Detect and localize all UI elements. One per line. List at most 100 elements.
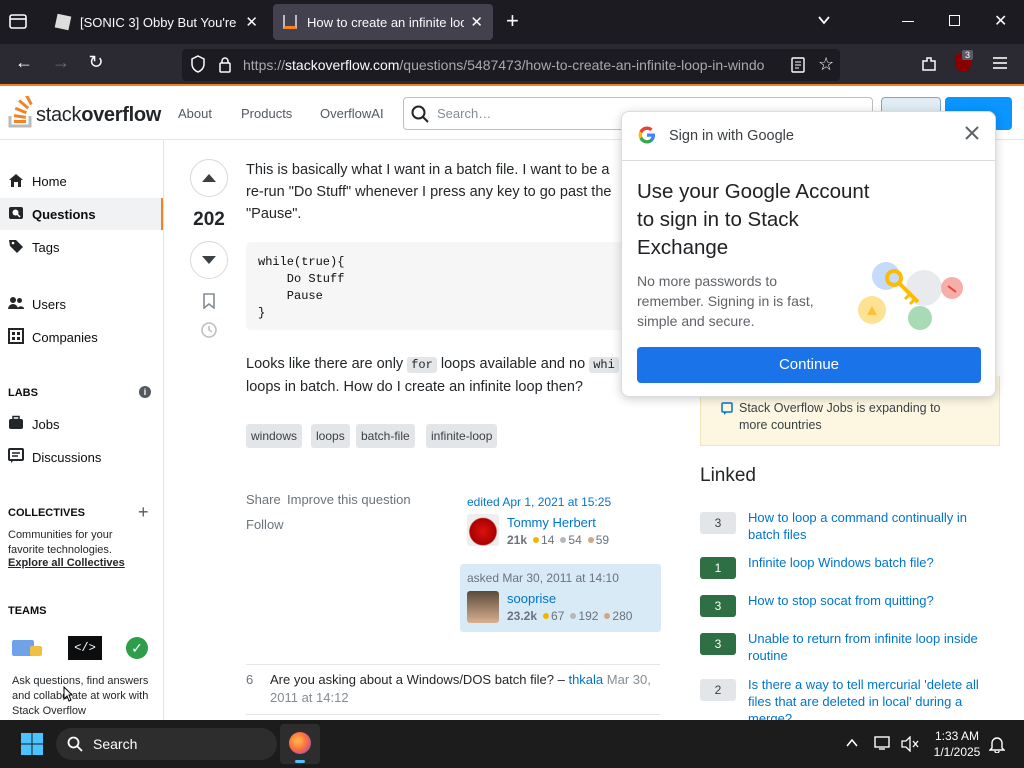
tag-loops[interactable]: loops: [311, 424, 350, 448]
avatar[interactable]: [467, 591, 499, 623]
lock-icon[interactable]: [218, 56, 232, 76]
network-icon[interactable]: [874, 735, 892, 756]
continue-button-label: Continue: [778, 356, 840, 373]
restore-window-icon[interactable]: [949, 15, 960, 26]
reputation: 23.2k: [507, 609, 538, 623]
url-bar[interactable]: https://stackoverflow.com/questions/5487…: [182, 49, 840, 81]
nav-overflowai[interactable]: OverflowAI: [320, 106, 384, 121]
inline-code-for: for: [407, 357, 437, 373]
edited-link[interactable]: edited Apr 1, 2021 at 15:25: [467, 495, 667, 509]
tab-sonic-obby[interactable]: [SONIC 3] Obby But You're On ✕: [46, 4, 268, 40]
close-popup-icon[interactable]: [963, 124, 981, 147]
asked-date: asked Mar 30, 2011 at 14:10: [467, 571, 619, 585]
info-icon[interactable]: i: [139, 386, 151, 398]
add-collective-plus-icon[interactable]: +: [138, 502, 149, 523]
history-icon[interactable]: [200, 321, 218, 344]
linked-link[interactable]: Unable to return from infinite loop insi…: [748, 630, 998, 664]
tag-windows[interactable]: windows: [246, 424, 303, 448]
url-text[interactable]: https://stackoverflow.com/questions/5487…: [243, 57, 783, 73]
sidebar-item-home[interactable]: Home: [0, 165, 163, 197]
popup-title: Use your Google Account to sign in to St…: [637, 178, 869, 262]
vote-count: 202: [193, 209, 225, 230]
linked-link[interactable]: Is there a way to tell mercurial 'delete…: [748, 676, 998, 720]
editor-rep: 21k 14 54 59: [507, 533, 609, 547]
nav-products[interactable]: Products: [241, 106, 292, 121]
close-tab-icon[interactable]: ✕: [470, 13, 483, 31]
windows-start-icon[interactable]: [21, 733, 43, 760]
hamburger-menu-icon[interactable]: [992, 56, 1008, 75]
linked-link[interactable]: How to stop socat from quitting?: [748, 592, 998, 609]
code-illustration-icon: </>: [68, 636, 102, 660]
avatar[interactable]: [467, 514, 499, 546]
popup-title-line-3: Exchange: [637, 236, 729, 259]
upvote-button[interactable]: [190, 159, 228, 197]
tag-batch-file[interactable]: batch-file: [356, 424, 415, 448]
taskbar-search-box[interactable]: Search: [56, 728, 277, 760]
labs-header: LABS: [8, 387, 38, 399]
questions-icon: [8, 205, 24, 224]
popup-divider: [622, 160, 995, 161]
linked-link[interactable]: Infinite loop Windows batch file?: [748, 554, 998, 571]
tab-overflow-chevron-icon[interactable]: [816, 12, 832, 31]
show-hidden-icons-chevron-icon[interactable]: [845, 736, 859, 755]
chat-illustration-accent-icon: [30, 646, 42, 656]
comment-user-link[interactable]: thkala: [568, 672, 603, 687]
sidebar-item-users[interactable]: Users: [0, 288, 163, 320]
extensions-icon[interactable]: [920, 55, 938, 78]
url-prefix: https://: [243, 57, 286, 73]
sidebar-item-tags[interactable]: Tags: [0, 231, 163, 263]
tab-list-icon[interactable]: [8, 12, 30, 32]
close-tab-icon[interactable]: ✕: [245, 13, 258, 31]
so-logo[interactable]: stackoverflow: [8, 96, 161, 130]
comment-divider: [246, 664, 660, 665]
follow-link[interactable]: Follow: [246, 517, 284, 532]
search-icon: [411, 105, 429, 128]
question-body: This is basically what I want in a batch…: [246, 159, 626, 225]
downvote-button[interactable]: [190, 241, 228, 279]
sidebar-item-discussions[interactable]: Discussions: [0, 441, 163, 473]
text-fragment: Looks like there are only: [246, 356, 404, 372]
back-arrow-icon[interactable]: ←: [10, 52, 38, 73]
teams-description: Ask questions, find answers and collabor…: [12, 675, 149, 717]
sidebar-item-questions[interactable]: Questions: [0, 198, 163, 230]
share-link[interactable]: Share: [246, 492, 281, 507]
sidebar-item-label: Questions: [32, 206, 96, 222]
so-logo-icon: [8, 96, 33, 128]
linked-score: 1: [700, 557, 736, 579]
explore-collectives-link[interactable]: Explore all Collectives: [8, 557, 125, 569]
jobs-notice-link[interactable]: Stack Overflow Jobs is expanding to more…: [739, 400, 989, 434]
code-block: while(true){ Do Stuff Pause }: [246, 242, 646, 330]
editor-name[interactable]: Tommy Herbert: [507, 515, 596, 530]
close-window-icon[interactable]: ✕: [994, 11, 1007, 31]
taskbar-search-label: Search: [93, 736, 138, 752]
tag-infinite-loop[interactable]: infinite-loop: [426, 424, 498, 448]
volume-muted-icon[interactable]: [901, 735, 919, 757]
nav-about[interactable]: About: [178, 106, 212, 121]
reload-icon[interactable]: ↻: [82, 52, 110, 73]
shield-icon[interactable]: [190, 55, 206, 76]
browser-nav-bar: ← → ↻ https://stackoverflow.com/question…: [0, 44, 1024, 86]
tab-stackoverflow[interactable]: How to create an infinite loop i ✕: [273, 4, 493, 40]
asker-name[interactable]: sooprise: [507, 591, 556, 606]
search-input[interactable]: Search…: [437, 106, 491, 121]
system-clock[interactable]: 1:33 AM 1/1/2025: [925, 728, 989, 760]
firefox-taskbar-button[interactable]: [280, 724, 320, 764]
new-tab-button[interactable]: +: [506, 8, 519, 34]
bookmark-star-icon[interactable]: ☆: [818, 54, 834, 75]
linked-link[interactable]: How to loop a command continually in bat…: [748, 509, 998, 543]
sidebar-item-label: Discussions: [32, 449, 102, 465]
notification-bell-icon[interactable]: [988, 735, 1006, 758]
improve-question-link[interactable]: Improve this question: [287, 492, 411, 507]
companies-icon: [8, 327, 24, 347]
linked-score: 3: [700, 633, 736, 655]
minimize-window-icon[interactable]: [902, 21, 914, 22]
sidebar-item-companies[interactable]: Companies: [0, 321, 163, 353]
continue-button[interactable]: Continue: [637, 347, 981, 383]
forward-arrow-icon[interactable]: →: [47, 52, 75, 73]
bookmark-icon[interactable]: [203, 293, 215, 314]
collectives-description: Communities for your favorite technologi…: [8, 529, 113, 556]
gold-count: 67: [551, 609, 565, 623]
teams-header: TEAMS: [8, 605, 47, 617]
reader-view-icon[interactable]: [791, 57, 805, 76]
sidebar-item-jobs[interactable]: Jobs: [0, 408, 163, 440]
